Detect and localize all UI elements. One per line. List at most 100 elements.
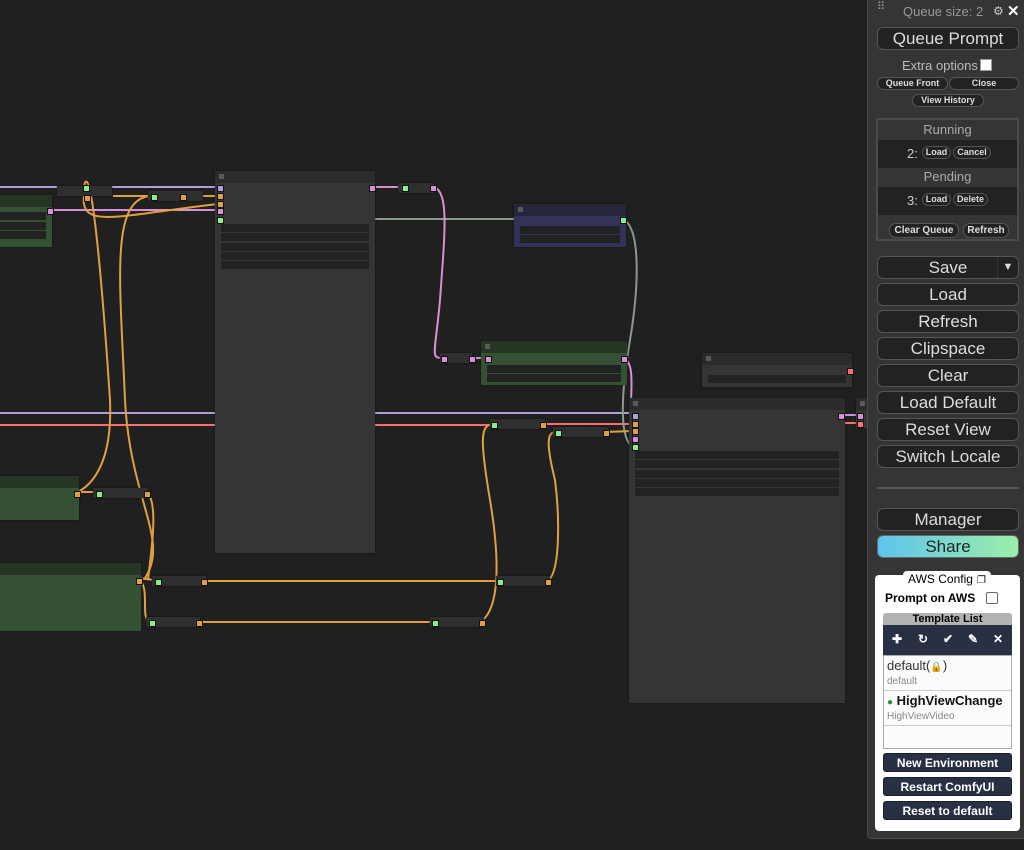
node-slot[interactable] [857, 413, 864, 420]
node-slot[interactable] [217, 185, 224, 192]
node-slot[interactable] [155, 579, 162, 586]
delete-button[interactable]: Delete [953, 193, 988, 206]
node-widget[interactable] [0, 222, 46, 230]
node-slot[interactable] [540, 422, 547, 429]
node-widget[interactable] [487, 374, 621, 382]
node-slot[interactable] [621, 356, 628, 363]
node-blue[interactable] [514, 204, 626, 247]
node-slot[interactable] [485, 356, 492, 363]
node-slot[interactable] [469, 356, 476, 363]
collapse-dot[interactable] [860, 401, 865, 406]
node-widget[interactable] [221, 261, 369, 269]
extra-options-checkbox[interactable] [980, 59, 992, 71]
clear-queue-button[interactable]: Clear Queue [889, 223, 959, 238]
save-button[interactable]: Save ▼ [877, 256, 1019, 279]
node-slot[interactable] [144, 491, 151, 498]
node-slot[interactable] [180, 194, 187, 201]
node-slot[interactable] [47, 208, 54, 215]
plus-icon[interactable]: ✚ [892, 632, 902, 646]
gear-icon[interactable]: ⚙ [993, 4, 1004, 18]
node-small-right[interactable] [702, 353, 852, 387]
running-load-button[interactable]: Load [922, 146, 951, 159]
new-environment-button[interactable]: New Environment [883, 753, 1012, 772]
node-widget[interactable] [635, 451, 839, 459]
node-green-mid[interactable] [481, 341, 627, 385]
node-slot[interactable] [847, 368, 854, 375]
view-history-button[interactable]: View History [912, 94, 984, 107]
node-slot[interactable] [96, 491, 103, 498]
refresh-queue-button[interactable]: Refresh [963, 223, 1009, 238]
node-slot[interactable] [632, 428, 639, 435]
node-widget[interactable] [487, 365, 621, 373]
refresh-icon[interactable]: ↻ [918, 632, 928, 646]
node-slot[interactable] [620, 217, 627, 224]
node-slot[interactable] [632, 421, 639, 428]
pending-load-button[interactable]: Load [922, 193, 951, 206]
manager-button[interactable]: Manager [877, 508, 1019, 531]
collapse-dot[interactable] [485, 344, 490, 349]
collapse-dot[interactable] [518, 207, 523, 212]
node-green-lower[interactable] [0, 476, 79, 520]
node-sampler[interactable] [215, 171, 375, 553]
load-button[interactable]: Load [877, 283, 1019, 306]
node-widget[interactable] [0, 212, 46, 220]
node-slot[interactable] [632, 413, 639, 420]
node-slot[interactable] [74, 491, 81, 498]
node-widget[interactable] [221, 243, 369, 251]
node-widget[interactable] [0, 231, 46, 239]
node-widget[interactable] [635, 470, 839, 478]
collapse-dot[interactable] [633, 401, 638, 406]
node-slot[interactable] [136, 578, 143, 585]
node-widget[interactable] [221, 224, 369, 232]
node-slot[interactable] [402, 185, 409, 192]
drag-handle-icon[interactable]: ⠿ [877, 2, 885, 13]
node-decoder[interactable] [629, 398, 845, 703]
node-slot[interactable] [838, 413, 845, 420]
node-widget[interactable] [520, 226, 620, 234]
node-slot[interactable] [603, 430, 610, 437]
aws-config-tab[interactable]: AWS Config ❐ [903, 571, 991, 589]
node-slot[interactable] [632, 444, 639, 451]
node-widget[interactable] [221, 233, 369, 241]
node-widget[interactable] [635, 479, 839, 487]
node-green-bottom[interactable] [0, 563, 141, 631]
close-button[interactable]: Close [949, 77, 1019, 90]
node-widget[interactable] [635, 460, 839, 468]
node-slot[interactable] [149, 620, 156, 627]
clipspace-button[interactable]: Clipspace [877, 337, 1019, 360]
load-default-button[interactable]: Load Default [877, 391, 1019, 414]
reset-default-button[interactable]: Reset to default [883, 801, 1012, 820]
close-icon[interactable]: ✕ [1007, 2, 1020, 20]
node-slot[interactable] [83, 185, 90, 192]
node-widget[interactable] [708, 375, 846, 383]
reset-view-button[interactable]: Reset View [877, 418, 1019, 441]
edit-icon[interactable]: ✎ [968, 632, 978, 646]
clear-button[interactable]: Clear [877, 364, 1019, 387]
node-slot[interactable] [432, 620, 439, 627]
close-icon[interactable]: ✕ [993, 632, 1003, 646]
node-slot[interactable] [430, 185, 437, 192]
node-widget[interactable] [520, 235, 620, 243]
switch-locale-button[interactable]: Switch Locale [877, 445, 1019, 468]
collapse-dot[interactable] [219, 174, 224, 179]
node-left-top[interactable] [0, 195, 52, 247]
reroute-node[interactable] [496, 576, 550, 586]
queue-front-button[interactable]: Queue Front [877, 77, 948, 90]
restart-comfyui-button[interactable]: Restart ComfyUI [883, 777, 1012, 796]
node-slot[interactable] [491, 422, 498, 429]
node-slot[interactable] [217, 193, 224, 200]
node-slot[interactable] [217, 217, 224, 224]
popout-icon[interactable]: ❐ [977, 575, 986, 586]
node-slot[interactable] [84, 195, 91, 202]
node-widget[interactable] [221, 252, 369, 260]
queue-prompt-button[interactable]: Queue Prompt [877, 27, 1019, 50]
node-slot[interactable] [479, 620, 486, 627]
prompt-on-aws-checkbox[interactable] [986, 592, 998, 604]
node-slot[interactable] [497, 579, 504, 586]
node-slot[interactable] [632, 436, 639, 443]
node-slot[interactable] [555, 430, 562, 437]
collapse-dot[interactable] [706, 356, 711, 361]
node-widget[interactable] [635, 488, 839, 496]
node-slot[interactable] [369, 185, 376, 192]
node-slot[interactable] [857, 421, 864, 428]
